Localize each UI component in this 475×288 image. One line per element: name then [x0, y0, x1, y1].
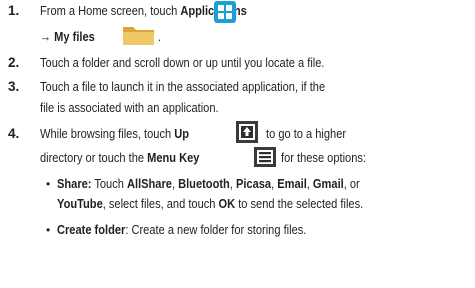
- bullet-share-line-2: YouTube, select files, and touch OK to s…: [57, 196, 364, 211]
- step-2-text: Touch a folder and scroll down or up unt…: [40, 55, 325, 70]
- up-label: Up: [174, 126, 190, 141]
- up-icon: [236, 121, 258, 143]
- menu-key-label: Menu Key: [147, 150, 200, 165]
- folder-icon: [123, 27, 154, 45]
- step-4-line-2: directory or touch the Menu Key: [40, 150, 200, 165]
- step-4-number: 4.: [8, 126, 20, 141]
- bullet-share-glyph: •: [46, 177, 51, 191]
- bullet-create-folder-glyph: •: [46, 223, 51, 237]
- bullet-create-folder-line: Create folder: Create a new folder for s…: [57, 222, 307, 237]
- step-3-line-1: Touch a file to launch it in the associa…: [40, 79, 326, 94]
- applications-icon: [214, 1, 236, 23]
- instructions-page: 1. From a Home screen, touch Application…: [0, 0, 475, 288]
- arrow-glyph: →: [40, 29, 52, 44]
- step-1-line-2: → My files: [40, 29, 95, 45]
- step-3-number: 3.: [8, 79, 20, 94]
- step-3-line-2: file is associated with an application.: [40, 100, 219, 115]
- my-files-label: My files: [54, 29, 95, 44]
- step-2-number: 2.: [8, 55, 20, 70]
- step-4-line-2-end: for these options:: [281, 150, 366, 165]
- menu-key-icon: [254, 147, 276, 167]
- step-1-number: 1.: [8, 3, 20, 18]
- bullet-share-line-1: Share: Touch AllShare, Bluetooth, Picasa…: [57, 176, 360, 191]
- step-4-line-1: While browsing files, touch Up: [40, 126, 190, 141]
- step-1-period: .: [158, 29, 162, 44]
- step-4-line-1-end: to go to a higher: [266, 126, 347, 141]
